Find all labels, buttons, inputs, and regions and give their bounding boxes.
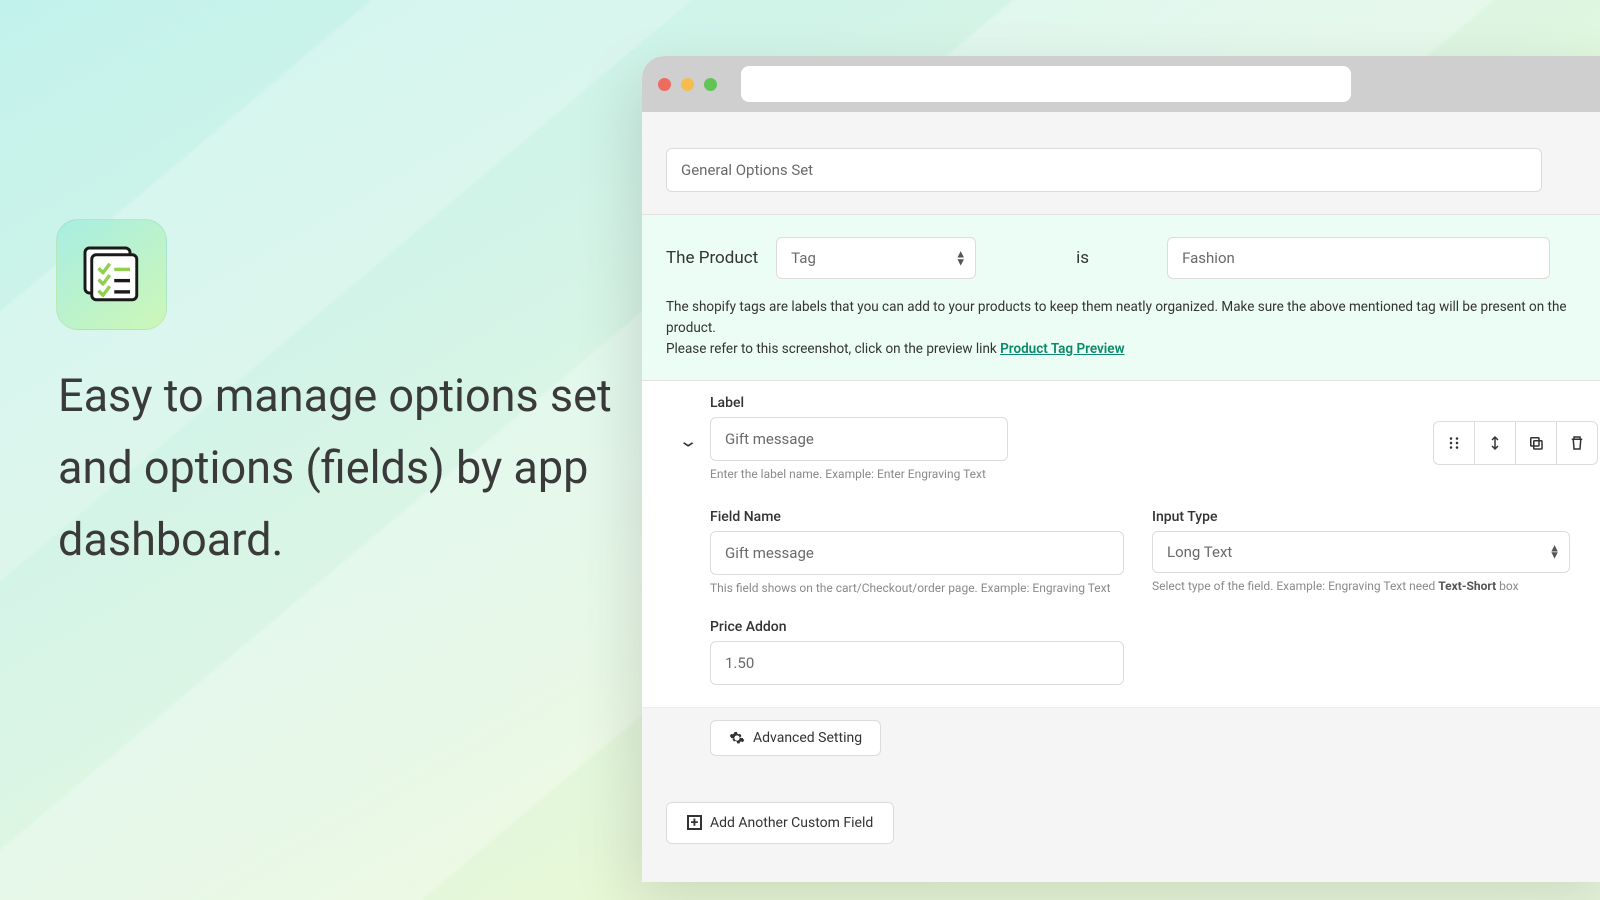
window-titlebar [642,56,1600,112]
field-toolbar [1434,421,1598,465]
is-label: is [1076,248,1089,268]
options-set-name-input[interactable]: General Options Set [666,148,1542,192]
app-window: General Options Set The Product Tag ▲▼ i… [642,56,1600,882]
condition-panel: The Product Tag ▲▼ is Fashion The shopif… [642,214,1600,380]
price-addon-input[interactable]: 1.50 [710,641,1124,685]
select-arrows-icon: ▲▼ [1549,544,1559,559]
product-tag-preview-link[interactable]: Product Tag Preview [1000,341,1124,357]
product-scope-select[interactable]: Tag ▲▼ [776,237,976,279]
select-arrows-icon: ▲▼ [955,250,965,265]
copy-icon [1527,434,1545,452]
app-icon [56,219,167,330]
label-field-label: Label [710,395,1008,411]
field-name-hint: This field shows on the cart/Checkout/or… [710,581,1124,595]
add-custom-field-label: Add Another Custom Field [710,815,873,831]
product-scope-value: Tag [791,249,816,267]
input-type-select[interactable]: Long Text ▲▼ [1152,531,1570,573]
gear-icon [729,730,745,746]
field-editor: ⌄ Label Gift message Enter the label nam… [642,380,1600,707]
input-type-label: Input Type [1152,509,1570,525]
input-type-value: Long Text [1167,543,1232,561]
input-type-hint: Select type of the field. Example: Engra… [1152,579,1570,593]
label-input[interactable]: Gift message [710,417,1008,461]
the-product-label: The Product [666,248,758,268]
advanced-setting-label: Advanced Setting [753,730,862,746]
advanced-setting-button[interactable]: Advanced Setting [710,720,881,756]
label-hint: Enter the label name. Example: Enter Eng… [710,467,1008,481]
add-custom-field-button[interactable]: + Add Another Custom Field [666,802,894,844]
collapse-toggle[interactable]: ⌄ [666,419,710,463]
tag-description: The shopify tags are labels that you can… [666,297,1598,360]
move-vertical-icon [1486,434,1504,452]
drag-grid-icon [1445,434,1463,452]
price-addon-label: Price Addon [710,619,1080,635]
url-bar[interactable] [741,66,1351,102]
field-name-label: Field Name [710,509,1124,525]
drag-handle[interactable] [1433,421,1475,465]
chevron-down-icon: ⌄ [678,431,698,451]
product-tag-input[interactable]: Fashion [1167,237,1550,279]
duplicate-button[interactable] [1515,421,1557,465]
move-button[interactable] [1474,421,1516,465]
plus-icon: + [687,815,702,830]
window-minimize-icon[interactable] [681,78,694,91]
delete-button[interactable] [1556,421,1598,465]
window-maximize-icon[interactable] [704,78,717,91]
window-close-icon[interactable] [658,78,671,91]
tagline-text: Easy to manage options set and options (… [58,360,618,576]
checklist-stack-icon [76,239,148,311]
field-name-input[interactable]: Gift message [710,531,1124,575]
trash-icon [1568,434,1586,452]
